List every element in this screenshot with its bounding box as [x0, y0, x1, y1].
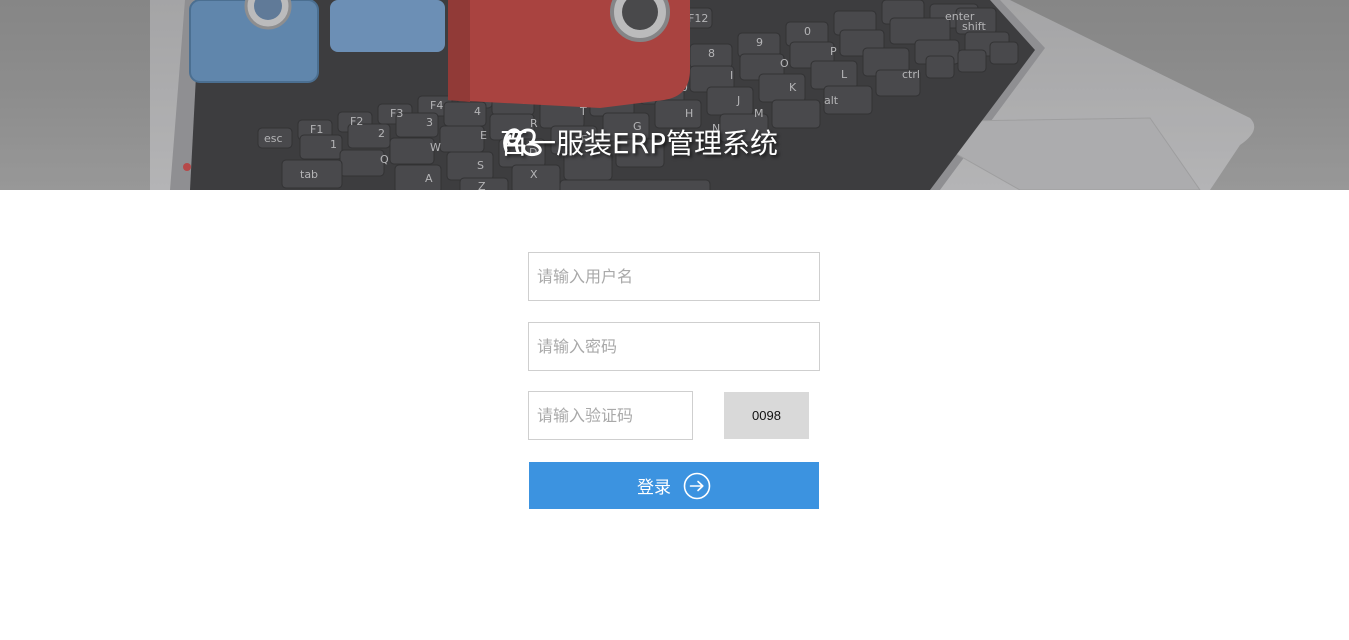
username-input[interactable]	[528, 252, 820, 301]
login-button[interactable]: 登录	[529, 462, 819, 509]
arrow-right-circle-icon	[683, 472, 711, 499]
captcha-input[interactable]	[528, 391, 693, 440]
brand-header: 百一服装ERP管理系统	[500, 122, 778, 162]
bb-logo-icon	[503, 128, 542, 156]
password-input[interactable]	[528, 322, 820, 371]
header-banner: esc F1 F2 F3 F4 F5 F6 F12 1 2 3 4 5 6 8 …	[0, 0, 1349, 190]
login-button-label: 登录	[637, 478, 671, 498]
captcha-code: 0098	[752, 408, 781, 423]
captcha-image[interactable]: 0098	[724, 392, 809, 439]
